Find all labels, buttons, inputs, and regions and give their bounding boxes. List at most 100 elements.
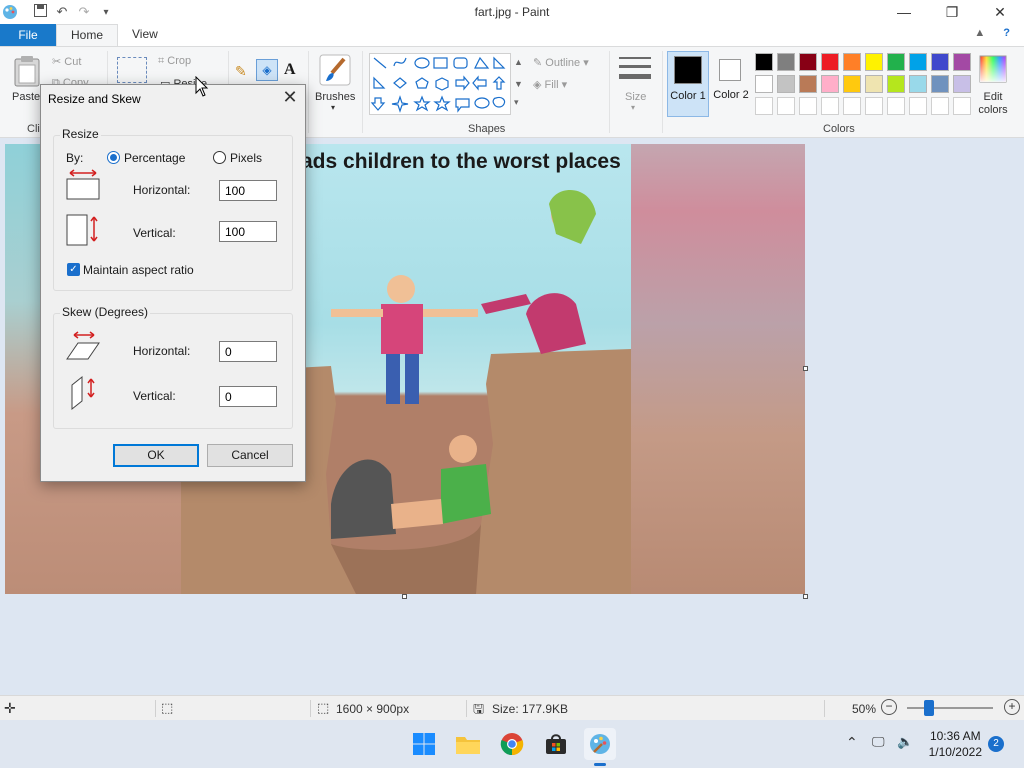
custom-color-slot[interactable] (799, 97, 817, 115)
custom-color-slot[interactable] (821, 97, 839, 115)
notification-badge[interactable]: 2 (988, 736, 1004, 752)
maximize-button[interactable]: ❐ (928, 0, 976, 24)
start-button[interactable] (408, 728, 440, 760)
palette-swatch[interactable] (777, 53, 795, 71)
palette-swatch[interactable] (843, 53, 861, 71)
palette-swatch[interactable] (909, 53, 927, 71)
zoom-slider-track[interactable] (907, 707, 993, 709)
color2-button[interactable]: Color 2 (711, 51, 751, 117)
tab-home[interactable]: Home (56, 24, 119, 46)
fill-button[interactable]: ◈ Fill ▾ (533, 78, 567, 91)
brushes-button[interactable]: Brushes (315, 91, 355, 103)
minimize-button[interactable]: — (880, 0, 928, 24)
select-button[interactable] (117, 57, 147, 83)
brushes-icon[interactable] (318, 53, 352, 87)
text-tool-icon[interactable]: A (284, 61, 296, 79)
shapes-scroll-up-icon[interactable]: ▲ (514, 57, 523, 67)
canvas-resize-handle-bottom[interactable] (402, 594, 407, 599)
palette-swatch[interactable] (843, 75, 861, 93)
paint-active-indicator (594, 763, 606, 766)
redo-icon[interactable]: ↷ (76, 4, 92, 20)
resize-vertical-input[interactable] (219, 221, 277, 242)
cut-button[interactable]: ✂ Cut (52, 55, 81, 68)
canvas-resize-handle-corner[interactable] (803, 594, 808, 599)
custom-color-slot[interactable] (755, 97, 773, 115)
palette-swatch[interactable] (799, 75, 817, 93)
edit-colors-button[interactable]: Edit colors (974, 91, 1012, 117)
palette-swatch[interactable] (821, 53, 839, 71)
palette-swatch[interactable] (777, 75, 795, 93)
zoom-out-button[interactable]: − (881, 699, 897, 715)
custom-color-slot[interactable] (865, 97, 883, 115)
palette-swatch[interactable] (931, 53, 949, 71)
percentage-label[interactable]: Percentage (124, 151, 185, 165)
palette-swatch[interactable] (953, 75, 971, 93)
skew-vertical-input[interactable] (219, 386, 277, 407)
palette-swatch[interactable] (887, 75, 905, 93)
resize-skew-dialog: Resize and Skew ✕ Resize By: Percentage … (40, 84, 306, 482)
maintain-aspect-label[interactable]: Maintain aspect ratio (83, 263, 194, 277)
ok-button[interactable]: OK (113, 444, 199, 467)
palette-swatch[interactable] (865, 75, 883, 93)
zoom-slider-thumb[interactable] (924, 700, 934, 716)
palette-swatch[interactable] (755, 53, 773, 71)
tab-file[interactable]: File (0, 24, 56, 46)
taskbar-chrome[interactable] (496, 728, 528, 760)
percentage-radio[interactable] (107, 151, 120, 164)
resize-horizontal-input[interactable] (219, 180, 277, 201)
brushes-dropdown-icon[interactable]: ▾ (331, 103, 335, 112)
taskbar-paint[interactable] (584, 728, 616, 760)
maintain-aspect-checkbox[interactable]: ✓ (67, 263, 80, 276)
taskbar-file-explorer[interactable] (452, 728, 484, 760)
palette-swatch[interactable] (931, 75, 949, 93)
custom-color-slot[interactable] (931, 97, 949, 115)
pixels-radio[interactable] (213, 151, 226, 164)
dialog-close-button[interactable]: ✕ (281, 88, 299, 108)
palette-swatch[interactable] (821, 75, 839, 93)
close-button[interactable]: ✕ (976, 0, 1024, 24)
palette-swatch[interactable] (755, 75, 773, 93)
pencil-icon[interactable]: ✎ (235, 63, 247, 80)
custom-color-slot[interactable] (843, 97, 861, 115)
size-dropdown-icon[interactable]: ▾ (631, 103, 635, 112)
crop-button[interactable]: ⌗ Crop (158, 55, 191, 68)
tab-view[interactable]: View (118, 24, 172, 46)
palette-swatch[interactable] (909, 75, 927, 93)
palette-swatch[interactable] (865, 53, 883, 71)
canvas-resize-handle-right[interactable] (803, 366, 808, 371)
customize-quick-access-icon[interactable]: ▾ (98, 7, 114, 18)
custom-color-slot[interactable] (953, 97, 971, 115)
tray-overflow-icon[interactable]: ⌃ (846, 734, 858, 751)
skew-horizontal-input[interactable] (219, 341, 277, 362)
edit-colors-icon[interactable] (979, 55, 1007, 83)
palette-swatch[interactable] (953, 53, 971, 71)
save-icon[interactable] (32, 4, 48, 20)
paste-button[interactable]: Paste (12, 91, 40, 103)
shapes-more-icon[interactable]: ▾ (514, 97, 519, 108)
shapes-gallery[interactable] (369, 53, 511, 115)
size-button[interactable]: Size (625, 91, 646, 103)
undo-icon[interactable]: ↶ (54, 4, 70, 20)
taskbar-store[interactable] (540, 728, 572, 760)
color1-label: Color 1 (670, 90, 706, 102)
pixels-label[interactable]: Pixels (230, 151, 262, 165)
help-icon[interactable]: ? (1003, 27, 1010, 39)
outline-button[interactable]: ✎ Outline ▾ (533, 56, 589, 69)
collapse-ribbon-icon[interactable]: ▲ (974, 27, 985, 39)
custom-color-slot[interactable] (777, 97, 795, 115)
zoom-in-button[interactable]: + (1004, 699, 1020, 715)
shapes-scroll-down-icon[interactable]: ▼ (514, 79, 523, 89)
volume-icon[interactable]: 🔈 (897, 734, 913, 750)
fill-bucket-icon[interactable]: ◈ (256, 59, 278, 81)
color1-button[interactable]: Color 1 (667, 51, 709, 117)
network-icon[interactable]: 🖵 (872, 734, 885, 750)
custom-color-slot[interactable] (909, 97, 927, 115)
window-title: fart.jpg - Paint (474, 5, 550, 19)
palette-swatch[interactable] (799, 53, 817, 71)
paste-icon[interactable] (14, 55, 40, 87)
palette-swatch[interactable] (887, 53, 905, 71)
clock[interactable]: 10:36 AM 1/10/2022 (929, 728, 982, 760)
custom-color-slot[interactable] (887, 97, 905, 115)
size-icon[interactable] (619, 55, 651, 85)
cancel-button[interactable]: Cancel (207, 444, 293, 467)
